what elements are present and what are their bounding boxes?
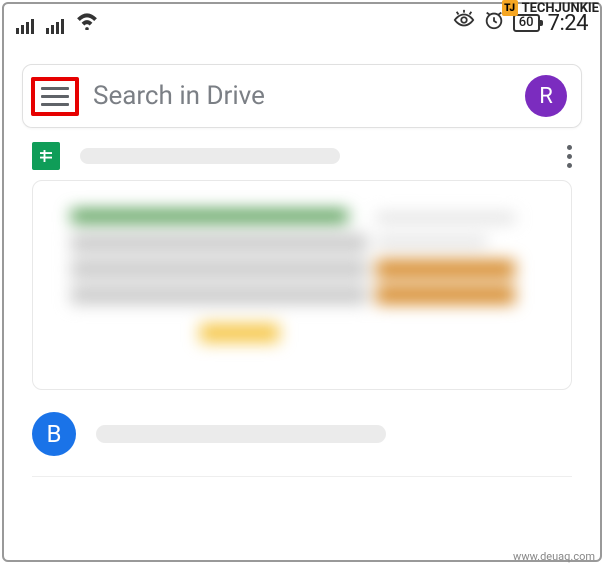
battery-indicator: 60	[513, 14, 540, 32]
watermark-bottom: www.deuaq.com	[513, 550, 595, 563]
watermark-brand-text: TECHJUNKIE	[522, 1, 599, 16]
activity-item-row[interactable]: B	[4, 412, 600, 456]
user-avatar[interactable]: B	[32, 412, 76, 456]
account-avatar[interactable]: R	[525, 75, 567, 117]
watermark-top: TJ TECHJUNKIE	[502, 0, 599, 16]
cellular-signal-icon-1	[16, 19, 34, 34]
file-preview-thumbnail	[71, 204, 534, 366]
eye-icon	[453, 9, 475, 37]
search-bar[interactable]: Search in Drive R	[22, 64, 582, 128]
wifi-icon	[76, 12, 98, 34]
device-frame: 60 7:24 Search in Drive R	[2, 2, 602, 562]
hamburger-menu-icon[interactable]	[41, 87, 69, 106]
file-item-row[interactable]	[4, 142, 600, 170]
file-title-redacted	[80, 148, 340, 164]
status-bar-left	[16, 12, 98, 34]
google-sheets-icon	[32, 142, 60, 170]
activity-text-redacted	[96, 425, 386, 443]
file-preview-card[interactable]	[32, 180, 572, 390]
more-options-button[interactable]	[567, 145, 572, 168]
search-input[interactable]: Search in Drive	[93, 81, 525, 111]
cellular-signal-icon-2	[46, 19, 64, 34]
techjunkie-logo-icon: TJ	[502, 0, 518, 16]
divider	[32, 476, 572, 477]
menu-button-highlight	[31, 77, 79, 116]
